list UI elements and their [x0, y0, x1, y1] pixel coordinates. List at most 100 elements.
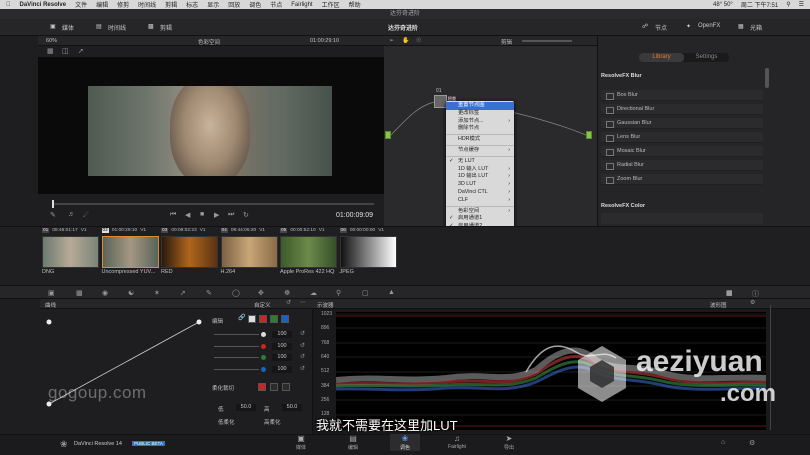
list-icon[interactable]: ☰	[799, 1, 804, 8]
timeline-icon[interactable]: ▤	[96, 23, 102, 30]
playhead[interactable]	[52, 200, 54, 208]
channel-slider[interactable]	[214, 345, 259, 347]
menu-file[interactable]: 文件	[75, 0, 87, 9]
reset-icon[interactable]: ↺	[286, 299, 291, 306]
fx-item[interactable]: Directional Blur	[601, 104, 763, 115]
clip-thumbnail[interactable]	[220, 236, 278, 268]
settings-gear-icon[interactable]: ⚙	[749, 439, 755, 447]
menu-workspace[interactable]: 工作区	[322, 0, 340, 9]
speaker-icon[interactable]: ☄	[83, 211, 89, 219]
3d-icon[interactable]: ▲	[388, 289, 395, 296]
menu-app-name[interactable]: DaVinci Resolve	[20, 2, 67, 8]
channel-y-button[interactable]	[248, 315, 256, 323]
channel-reset-icon[interactable]: ↺	[300, 353, 305, 360]
window-icon[interactable]: ◯	[232, 289, 240, 297]
context-menu-item[interactable]: DaVinci CTL ›	[446, 189, 514, 197]
menu-timeline[interactable]: 时间线	[138, 0, 156, 9]
menu-view[interactable]: 显示	[207, 0, 219, 9]
scope-settings-icon[interactable]: ⚙	[750, 299, 755, 306]
context-menu-item[interactable]: 节点缓存 ›	[446, 147, 514, 155]
color-effects-list[interactable]	[601, 213, 763, 224]
clip-thumbnail[interactable]	[161, 236, 218, 268]
channel-reset-icon[interactable]: ↺	[300, 365, 305, 372]
context-menu-item[interactable]: 无 LUT ✓	[446, 158, 514, 166]
fx-item[interactable]: Gaussian Blur	[601, 118, 763, 129]
tab-settings[interactable]: Settings	[684, 53, 729, 62]
cursor-icon[interactable]: ➢	[389, 37, 394, 44]
last-frame-icon[interactable]: ⏭	[228, 211, 234, 219]
sizing-icon[interactable]: ▢	[362, 289, 369, 297]
menu-nodes[interactable]: 节点	[270, 0, 282, 9]
tracker-icon[interactable]: ✥	[258, 289, 264, 297]
clip-thumbnail[interactable]	[339, 236, 397, 268]
channel-r-button[interactable]	[259, 315, 267, 323]
nodes-icon[interactable]: ☍	[642, 23, 648, 30]
color-match-icon[interactable]: ▩	[76, 289, 83, 297]
clip-thumbnail[interactable]	[101, 236, 159, 268]
softclip-g-button[interactable]	[270, 383, 278, 391]
page-edit[interactable]: ▤ 编辑	[338, 434, 368, 451]
channel-g-button[interactable]	[270, 315, 278, 323]
page-color[interactable]: ❀ 调色	[390, 434, 420, 451]
openfx-button[interactable]: OpenFX	[698, 23, 720, 29]
play-icon[interactable]: ▶	[214, 211, 219, 219]
page-fairlight[interactable]: ♫ Fairlight	[442, 434, 472, 450]
menu-mark[interactable]: 标志	[186, 0, 198, 9]
loop-icon[interactable]: ↻	[243, 211, 249, 219]
softclip-b-button[interactable]	[282, 383, 290, 391]
softclip-r-button[interactable]	[258, 383, 266, 391]
context-menu-item[interactable]: 添加节点... ›	[446, 118, 514, 126]
context-menu-item[interactable]: 1D 输出 LUT ›	[446, 173, 514, 181]
scope-mode[interactable]: 波形图	[710, 301, 727, 309]
media-pool-icon[interactable]: ▣	[50, 23, 56, 30]
channel-value[interactable]: 100	[272, 331, 292, 338]
page-deliver[interactable]: ➤ 导出	[494, 434, 524, 451]
fx-item[interactable]: Radial Blur	[601, 160, 763, 171]
scrubber-track[interactable]	[52, 200, 374, 208]
curves-preset[interactable]: 自定义	[254, 301, 271, 309]
pointer-icon[interactable]: ➚	[78, 47, 84, 55]
color-wheels-icon[interactable]: ◉	[102, 289, 108, 297]
clip-thumbnail[interactable]	[42, 236, 99, 268]
fx-item[interactable]: Mosaic Blur	[601, 146, 763, 157]
tab-library[interactable]: Library	[639, 53, 684, 62]
menu-edit[interactable]: 编辑	[96, 0, 108, 9]
scopes-icon[interactable]: ▦	[726, 289, 733, 297]
more-icon[interactable]: ⋯	[300, 299, 306, 306]
colorspace-label[interactable]: 色彩空间	[198, 38, 220, 46]
fx-item[interactable]: Box Blur	[601, 90, 763, 101]
context-menu-item[interactable]: 启用通道1 ✓	[446, 215, 514, 223]
menu-playback[interactable]: 回放	[228, 0, 240, 9]
fx-item[interactable]: Lens Blur	[601, 132, 763, 143]
context-menu-item[interactable]: 重置节点图	[446, 102, 514, 110]
info-icon[interactable]: ⓘ	[752, 289, 759, 299]
context-menu-item[interactable]: HDR模式	[446, 136, 514, 144]
clip-icon[interactable]: ▩	[148, 23, 154, 30]
context-menu-item[interactable]: CLF ›	[446, 197, 514, 205]
volume-icon[interactable]: ♬	[68, 211, 75, 218]
channel-b-button[interactable]	[281, 315, 289, 323]
channel-value[interactable]: 100	[272, 354, 292, 361]
magic-mask-icon[interactable]: ☸	[284, 289, 290, 297]
context-menu-item[interactable]: 删除节点	[446, 125, 514, 133]
lightbox-icon[interactable]: ▦	[738, 23, 744, 30]
camera-raw-icon[interactable]: ▣	[48, 289, 55, 297]
channel-value[interactable]: 100	[272, 342, 292, 350]
context-menu-item[interactable]: 更改标签	[446, 110, 514, 118]
node-mode-select[interactable]: 剪辑	[501, 38, 512, 46]
channel-slider[interactable]	[214, 357, 259, 358]
search-icon[interactable]: ⚲	[786, 1, 790, 8]
grid-icon[interactable]: ▦	[47, 47, 54, 55]
key-icon[interactable]: ⚲	[336, 289, 341, 297]
zoom-level[interactable]: 60%	[46, 38, 57, 44]
page-media[interactable]: ▣ 媒体	[286, 434, 316, 451]
menu-clip[interactable]: 剪辑	[165, 0, 177, 9]
nodes-button[interactable]: 节点	[655, 23, 667, 32]
curves-icon[interactable]: ➚	[180, 289, 186, 297]
node-zoom-slider[interactable]	[522, 40, 572, 42]
channel-slider[interactable]	[214, 368, 259, 370]
channel-slider[interactable]	[214, 334, 259, 335]
home-icon[interactable]: ⌂	[721, 439, 725, 446]
timeline-button[interactable]: 时间线	[108, 23, 126, 32]
split-icon[interactable]: ◫	[62, 47, 69, 55]
